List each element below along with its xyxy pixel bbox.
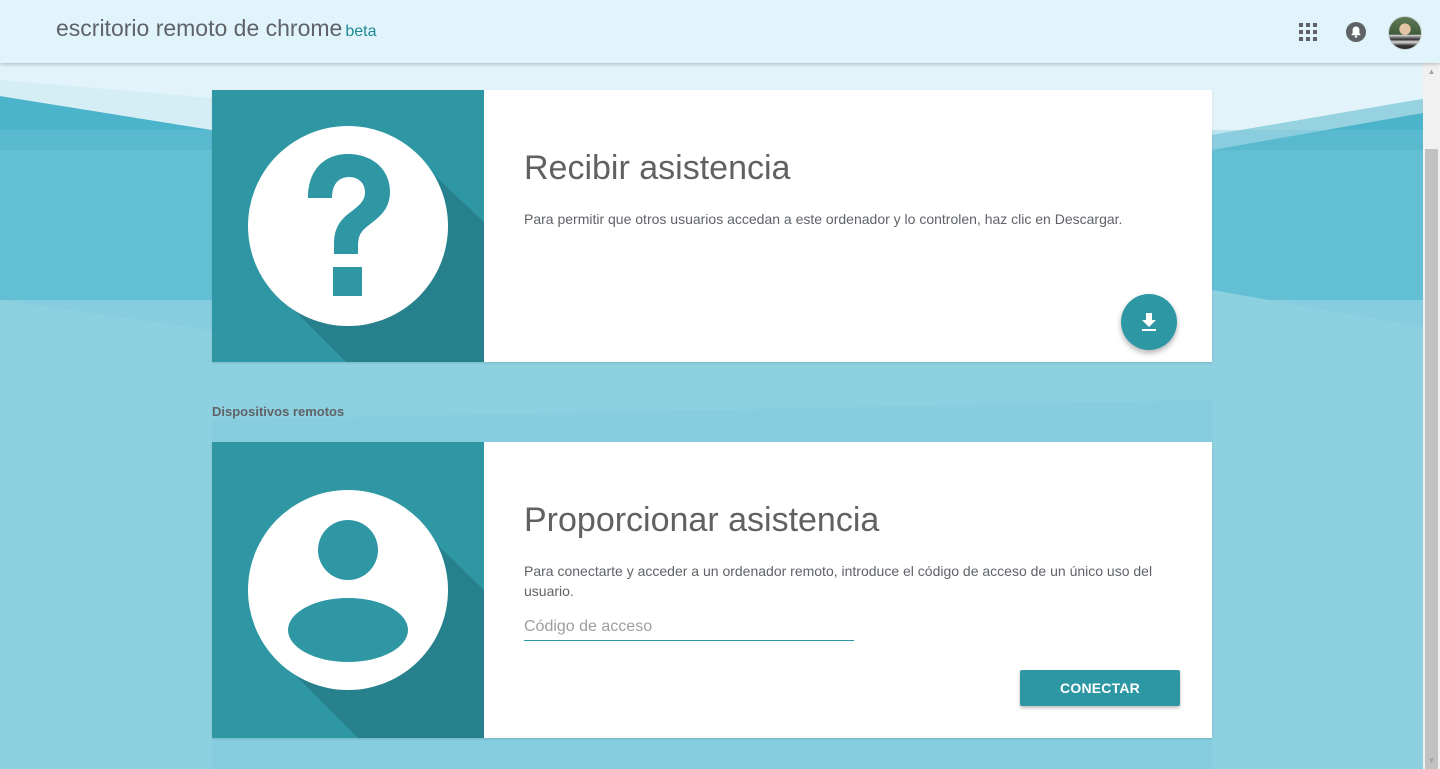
scroll-down-arrow-icon[interactable]: ▼	[1423, 752, 1440, 769]
download-icon	[1142, 313, 1156, 331]
scroll-up-arrow-icon[interactable]: ▲	[1423, 63, 1440, 80]
app-title[interactable]: escritorio remoto de chrome beta	[56, 15, 376, 42]
receive-support-title: Recibir asistencia	[524, 149, 791, 187]
access-code-input[interactable]	[524, 614, 854, 641]
download-button[interactable]	[1121, 294, 1177, 350]
give-support-description: Para conectarte y acceder a un ordenador…	[524, 563, 1153, 599]
page-scrollbar[interactable]: ▲ ▼	[1423, 63, 1440, 769]
give-support-card-illustration	[212, 442, 484, 738]
beta-label: beta	[345, 23, 377, 40]
top-app-bar: escritorio remoto de chrome beta	[0, 0, 1440, 63]
receive-support-description: Para permitir que otros usuarios accedan…	[524, 211, 1123, 227]
support-card-illustration	[212, 90, 484, 362]
apps-grid-icon[interactable]	[1297, 0, 1319, 63]
notifications-bell-icon[interactable]	[1345, 0, 1367, 63]
remote-devices-section-label: Dispositivos remotos	[212, 404, 345, 419]
receive-support-card: Recibir asistencia Para permitir que otr…	[212, 90, 1212, 362]
account-avatar[interactable]	[1388, 16, 1422, 50]
app-title-text: escritorio remoto de chrome	[56, 15, 343, 41]
connect-button[interactable]: CONECTAR	[1020, 670, 1180, 706]
give-support-title: Proporcionar asistencia	[524, 501, 880, 539]
scrollbar-thumb[interactable]	[1425, 149, 1438, 769]
give-support-card: Proporcionar asistencia Para conectarte …	[212, 442, 1212, 738]
